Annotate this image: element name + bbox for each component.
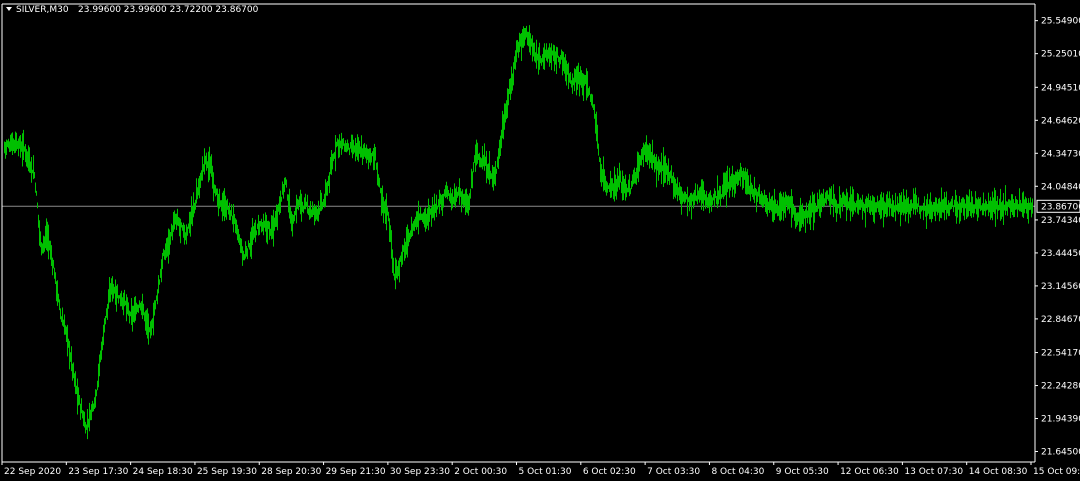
x-tick-label: 2 Oct 00:30: [454, 467, 507, 477]
y-tick-label: 22.84670: [1041, 315, 1080, 325]
x-tick-label: 15 Oct 09:30: [1033, 467, 1080, 477]
ohlc-readout: 23.99600 23.99600 23.72200 23.86700: [78, 5, 259, 15]
x-tick-label: 6 Oct 02:30: [583, 467, 636, 477]
y-tick-label: 21.94390: [1041, 415, 1080, 425]
y-tick-label: 23.14560: [1041, 282, 1080, 292]
y-tick-label: 24.34730: [1041, 149, 1080, 159]
x-tick-label: 7 Oct 03:30: [647, 467, 700, 477]
y-tick-label: 23.74340: [1041, 216, 1080, 226]
y-tick-label: 25.25010: [1041, 50, 1080, 60]
y-tick-label: 22.24280: [1041, 382, 1080, 392]
x-tick-label: 24 Sep 18:30: [133, 467, 193, 477]
y-tick-label: 24.64620: [1041, 116, 1080, 126]
chart-header: SILVER,M30 23.99600 23.99600 23.72200 23…: [6, 5, 259, 15]
x-tick-label: 12 Oct 06:30: [840, 467, 899, 477]
y-tick-label: 22.54170: [1041, 349, 1080, 359]
x-tick-label: 29 Sep 21:30: [326, 467, 386, 477]
x-tick-label: 25 Sep 19:30: [197, 467, 257, 477]
x-tick-label: 23 Sep 17:30: [68, 467, 128, 477]
x-tick-label: 22 Sep 2020: [4, 467, 61, 477]
price-chart[interactable]: 25.54900 25.25010 24.94510 24.64620 24.34730…: [0, 0, 1080, 481]
plot-background: [0, 0, 1080, 481]
y-tick-label: 25.54900: [1041, 17, 1080, 27]
current-price-marker: 23.86700: [1036, 199, 1080, 213]
x-tick-label: 5 Oct 01:30: [519, 467, 572, 477]
x-tick-label: 30 Sep 23:30: [390, 467, 450, 477]
x-tick-label: 13 Oct 07:30: [904, 467, 963, 477]
y-tick-label: 24.94510: [1041, 83, 1080, 93]
y-tick-label: 24.04840: [1041, 182, 1080, 192]
symbol-label: SILVER,M30: [16, 5, 69, 15]
x-tick-label: 9 Oct 05:30: [776, 467, 829, 477]
current-price-label: 23.86700: [1041, 202, 1080, 212]
x-tick-label: 28 Sep 20:30: [261, 467, 321, 477]
x-tick-label: 8 Oct 04:30: [711, 467, 764, 477]
x-tick-label: 14 Oct 08:30: [969, 467, 1028, 477]
y-tick-label: 21.64500: [1041, 448, 1080, 458]
y-tick-label: 23.44450: [1041, 249, 1080, 259]
